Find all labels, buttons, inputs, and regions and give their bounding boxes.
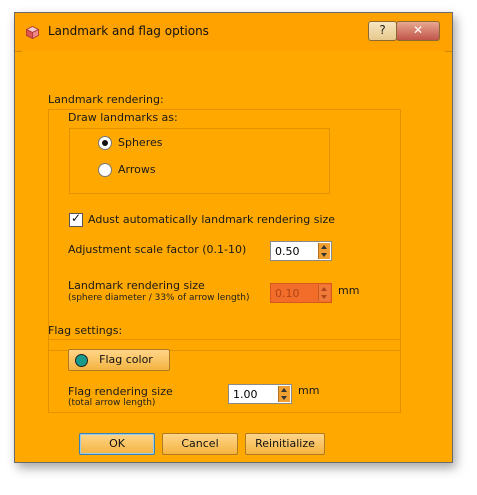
- stepper-up-icon[interactable]: [321, 245, 327, 249]
- title-bar[interactable]: Landmark and flag options ? ✕: [15, 13, 452, 52]
- landmark-size-sublabel: (sphere diameter / 33% of arrow length): [68, 293, 250, 303]
- flag-size-spinbox[interactable]: [228, 384, 292, 404]
- scale-factor-stepper[interactable]: [318, 243, 330, 259]
- ok-button[interactable]: OK: [79, 433, 155, 455]
- landmark-size-unit: mm: [338, 284, 360, 297]
- scale-factor-spinbox[interactable]: [270, 241, 332, 261]
- cancel-button[interactable]: Cancel: [162, 433, 238, 455]
- auto-adjust-checkbox[interactable]: ✓: [69, 211, 83, 227]
- spheres-radio[interactable]: [98, 136, 112, 150]
- flag-color-label: Flag color: [99, 353, 153, 366]
- flag-size-stepper[interactable]: [278, 386, 290, 402]
- stepper-up-icon[interactable]: [281, 388, 287, 392]
- auto-adjust-label[interactable]: Adust automatically landmark rendering s…: [88, 213, 335, 226]
- landmark-group-title: Landmark rendering:: [48, 93, 164, 106]
- landmark-size-input: [271, 284, 319, 302]
- spheres-label[interactable]: Spheres: [118, 136, 162, 149]
- draw-landmarks-title: Draw landmarks as:: [68, 111, 178, 124]
- dialog-window: Landmark and flag options ? ✕ Landmark r…: [14, 12, 453, 463]
- landmark-size-stepper: [318, 285, 330, 301]
- stepper-up-icon: [321, 287, 327, 291]
- stepper-down-icon[interactable]: [321, 253, 327, 257]
- reinitialize-button[interactable]: Reinitialize: [245, 433, 325, 455]
- flag-color-button[interactable]: Flag color: [68, 349, 170, 371]
- flag-size-input[interactable]: [229, 385, 279, 403]
- flag-size-label: Flag rendering size: [68, 385, 173, 398]
- flag-size-sublabel: (total arrow length): [68, 398, 156, 408]
- landmark-size-spinbox: [270, 283, 332, 303]
- flag-group-title: Flag settings:: [48, 324, 123, 337]
- radio-selected-dot: [102, 140, 108, 146]
- app-cube-icon: [26, 26, 39, 39]
- arrows-radio[interactable]: [98, 163, 112, 177]
- window-title: Landmark and flag options: [48, 24, 209, 38]
- checkmark-icon: ✓: [71, 211, 82, 225]
- arrows-label[interactable]: Arrows: [118, 163, 156, 176]
- stepper-down-icon[interactable]: [281, 396, 287, 400]
- close-button[interactable]: ✕: [396, 21, 440, 41]
- stepper-down-icon: [321, 295, 327, 299]
- scale-factor-input[interactable]: [271, 242, 319, 260]
- help-button[interactable]: ?: [368, 21, 397, 41]
- dialog-content: Landmark rendering: Draw landmarks as: S…: [22, 51, 445, 455]
- landmark-size-label: Landmark rendering size: [68, 279, 205, 292]
- color-swatch-icon: [75, 354, 88, 367]
- flag-size-unit: mm: [298, 384, 320, 397]
- scale-factor-label: Adjustment scale factor (0.1-10): [68, 243, 247, 256]
